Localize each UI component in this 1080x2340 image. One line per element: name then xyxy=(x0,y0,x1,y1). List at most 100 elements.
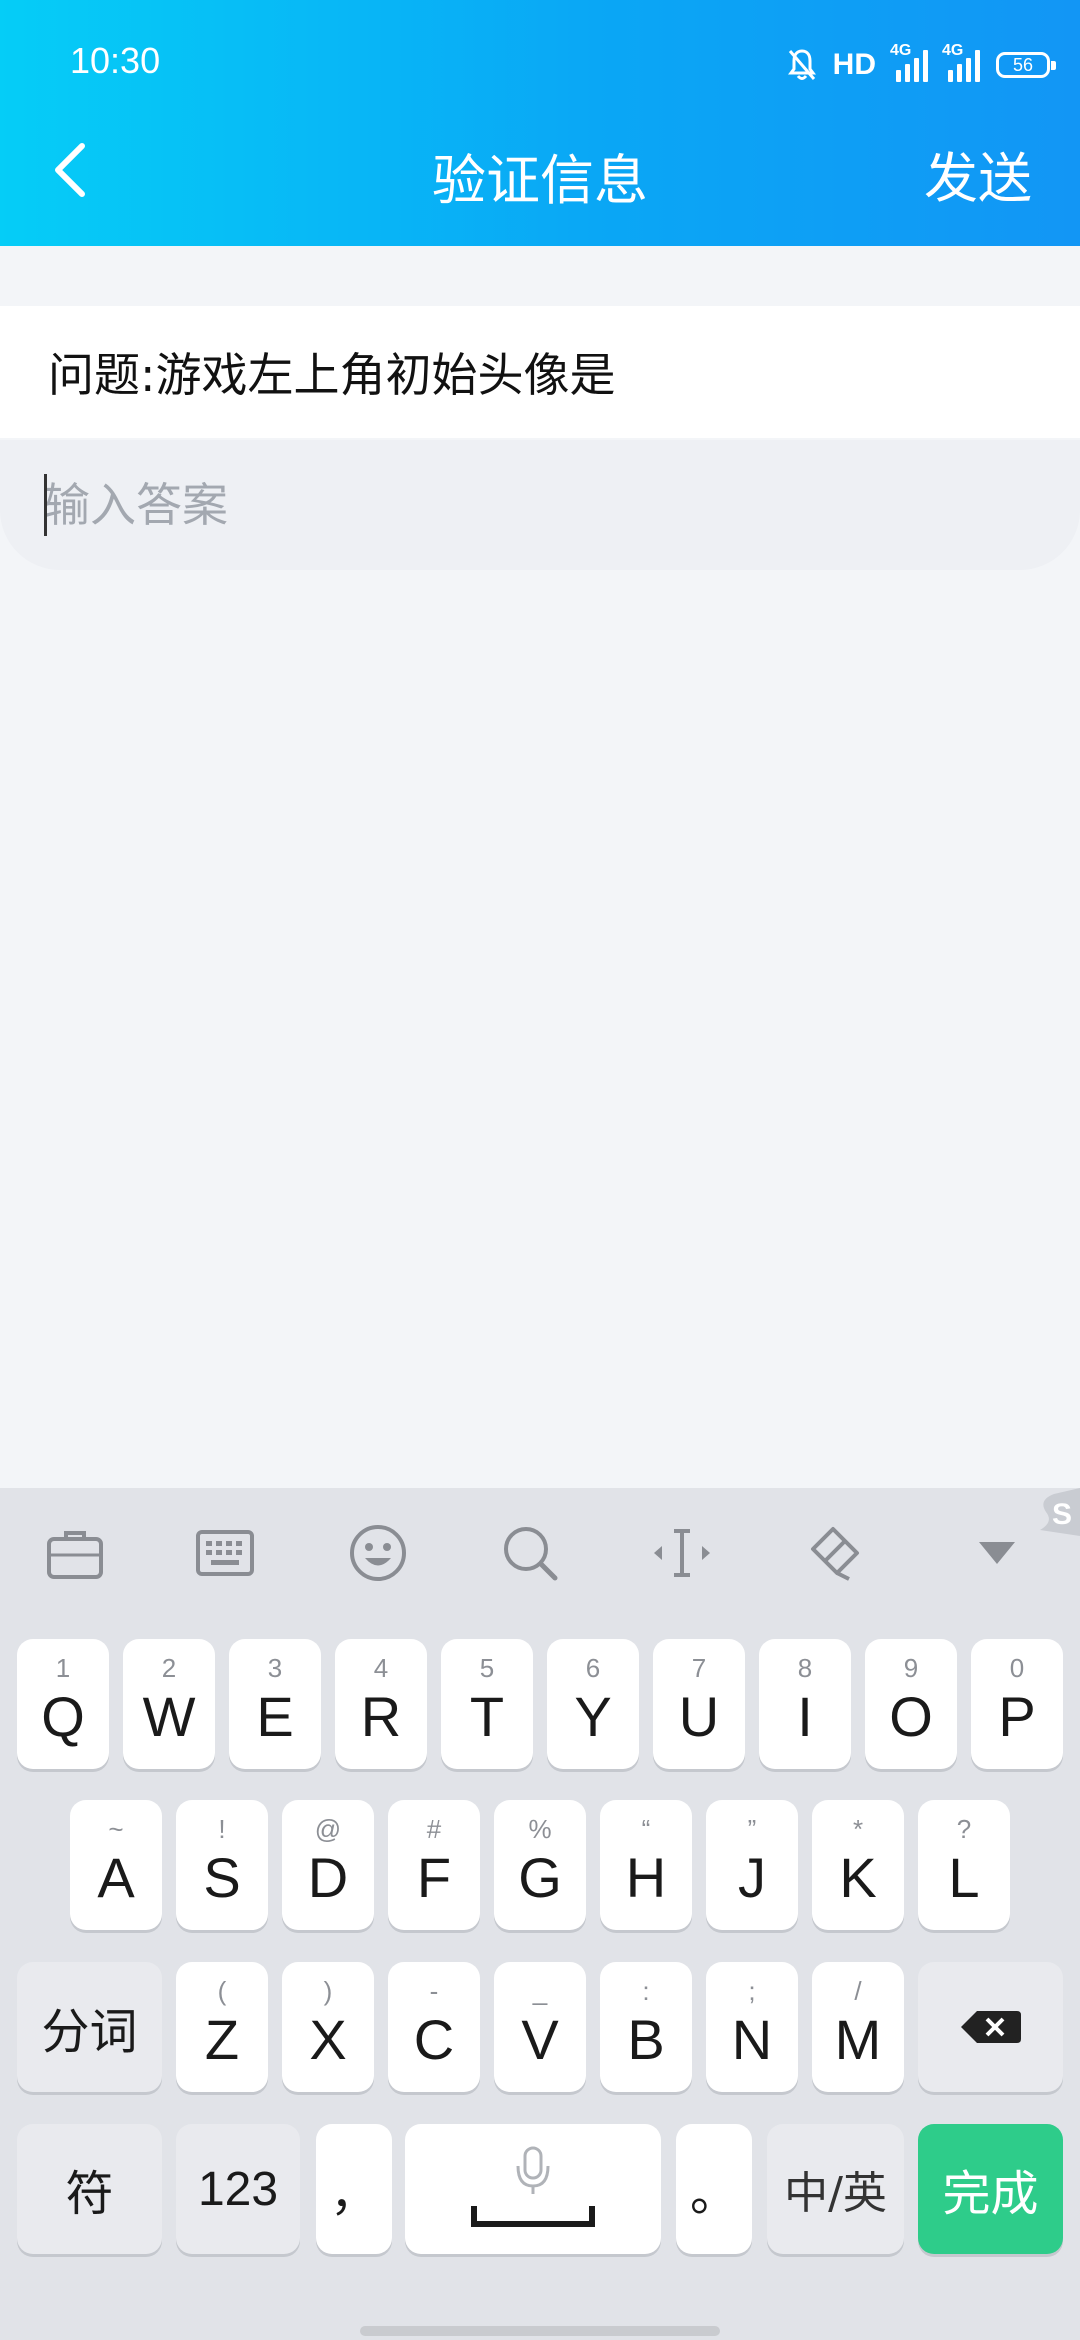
key-hint: @ xyxy=(314,1814,342,1844)
segment-key[interactable]: 分词 xyxy=(17,1962,162,2092)
key-hint: 5 xyxy=(479,1653,495,1683)
key-letter: C xyxy=(413,2007,455,2071)
space-key[interactable] xyxy=(405,2124,661,2254)
key-letter: M xyxy=(834,2007,882,2071)
key-o[interactable]: 9O xyxy=(865,1639,957,1769)
comma-key[interactable]: ， xyxy=(316,2124,392,2254)
hide-keyboard-icon[interactable] xyxy=(962,1518,1032,1588)
keyboard-icon[interactable] xyxy=(190,1518,260,1588)
key-s[interactable]: ! S xyxy=(176,1800,268,1930)
key-u[interactable]: 7U xyxy=(653,1639,745,1769)
key-hint: 0 xyxy=(1009,1653,1025,1683)
number-key[interactable]: 123 xyxy=(176,2124,300,2254)
key-h[interactable]: “H xyxy=(600,1800,692,1930)
key-letter: B xyxy=(627,2007,665,2071)
key-hint: ; xyxy=(748,1976,756,2006)
key-hint: - xyxy=(429,1976,439,2006)
key-j[interactable]: ” J xyxy=(706,1800,798,1930)
done-key[interactable]: 完成 xyxy=(918,2124,1063,2254)
mute-bell-icon xyxy=(787,49,816,80)
clipboard-icon[interactable] xyxy=(798,1518,868,1588)
keyboard-toolbar xyxy=(0,1488,1080,1618)
key-hint: * xyxy=(852,1814,864,1844)
period-key[interactable]: 。 xyxy=(676,2124,752,2254)
key-hint: ” xyxy=(747,1814,757,1844)
symbol-key[interactable]: 符 xyxy=(17,2124,162,2254)
battery-icon: 56 xyxy=(996,52,1056,78)
key-letter: E xyxy=(256,1684,294,1748)
key-letter: F xyxy=(416,1845,452,1909)
toolbox-icon[interactable] xyxy=(40,1518,110,1588)
ime-logo-icon: S xyxy=(1040,1488,1080,1536)
key-hint: # xyxy=(426,1814,442,1844)
key-q[interactable]: 1Q xyxy=(17,1639,109,1769)
backspace-key[interactable] xyxy=(918,1962,1063,2092)
key-letter: J xyxy=(738,1845,766,1909)
key-l[interactable]: ? L xyxy=(918,1800,1010,1930)
key-hint: ? xyxy=(956,1814,972,1844)
key-letter: K xyxy=(839,1845,877,1909)
key-letter: I xyxy=(797,1684,813,1748)
key-hint: : xyxy=(642,1976,650,2006)
cursor-icon[interactable] xyxy=(647,1518,717,1588)
key-hint: / xyxy=(854,1976,862,2006)
app-header: 10:30 HD 4G 4G 56 验证信息 发送 xyxy=(0,0,1080,246)
key-hint: 9 xyxy=(903,1653,919,1683)
key-letter: Z xyxy=(204,2007,240,2071)
search-icon[interactable] xyxy=(495,1518,565,1588)
mic-icon xyxy=(471,2146,595,2227)
key-letter: R xyxy=(360,1684,402,1748)
soft-keyboard: 1 Q 2 W 3 E 4 R 5 T 6 Y 7 U 8 I 9 O 0 P ~ A! S @ D # F% G “H” J * K? L 分词… xyxy=(0,1488,1080,2340)
key-hint: ( xyxy=(217,1976,227,2006)
svg-text:S: S xyxy=(1052,1498,1072,1531)
key-letter: H xyxy=(625,1845,667,1909)
key-hint: 8 xyxy=(797,1653,813,1683)
signal-icon-1: 4G xyxy=(890,42,928,82)
key-k[interactable]: * K xyxy=(812,1800,904,1930)
key-w[interactable]: 2W xyxy=(123,1639,215,1769)
signal-icon-2: 4G xyxy=(942,42,980,82)
key-z[interactable]: (Z xyxy=(176,1962,268,2092)
key-hint: 2 xyxy=(161,1653,177,1683)
key-a[interactable]: ~ A xyxy=(70,1800,162,1930)
key-hint: 4 xyxy=(373,1653,389,1683)
text-caret xyxy=(44,474,47,536)
period-key-label: 。 xyxy=(689,2166,738,2222)
key-hint: ! xyxy=(218,1814,226,1844)
key-e[interactable]: 3E xyxy=(229,1639,321,1769)
page-title: 验证信息 xyxy=(432,149,648,212)
key-x[interactable]: ) X xyxy=(282,1962,374,2092)
language-switch-key[interactable]: 中/英 xyxy=(767,2124,904,2254)
key-i[interactable]: 8I xyxy=(759,1639,851,1769)
send-button[interactable]: 发送 xyxy=(924,134,1032,213)
key-p[interactable]: 0P xyxy=(971,1639,1063,1769)
key-n[interactable]: ; N xyxy=(706,1962,798,2092)
key-d[interactable]: @ D xyxy=(282,1800,374,1930)
key-r[interactable]: 4R xyxy=(335,1639,427,1769)
key-hint: “ xyxy=(641,1814,651,1844)
key-v[interactable]: _ V xyxy=(494,1962,586,2092)
key-letter: O xyxy=(889,1684,933,1748)
language-switch-label: 中/英 xyxy=(784,2168,887,2219)
key-b[interactable]: :B xyxy=(600,1962,692,2092)
key-letter: W xyxy=(142,1684,196,1748)
key-hint: 3 xyxy=(267,1653,283,1683)
key-hint: 1 xyxy=(55,1653,71,1683)
key-m[interactable]: / M xyxy=(812,1962,904,2092)
key-c[interactable]: -C xyxy=(388,1962,480,2092)
emoji-icon[interactable] xyxy=(343,1518,413,1588)
answer-input[interactable] xyxy=(0,440,1080,570)
key-letter: P xyxy=(998,1684,1036,1748)
key-hint: ~ xyxy=(108,1814,124,1844)
key-t[interactable]: 5T xyxy=(441,1639,533,1769)
key-y[interactable]: 6Y xyxy=(547,1639,639,1769)
key-letter: V xyxy=(521,2007,559,2071)
key-letter: X xyxy=(309,2007,347,2071)
key-letter: A xyxy=(97,1845,135,1909)
done-key-label: 完成 xyxy=(942,2166,1039,2222)
home-indicator xyxy=(360,2326,720,2336)
key-hint: 7 xyxy=(691,1653,707,1683)
key-letter: L xyxy=(948,1845,980,1909)
key-f[interactable]: # F xyxy=(388,1800,480,1930)
key-g[interactable]: % G xyxy=(494,1800,586,1930)
